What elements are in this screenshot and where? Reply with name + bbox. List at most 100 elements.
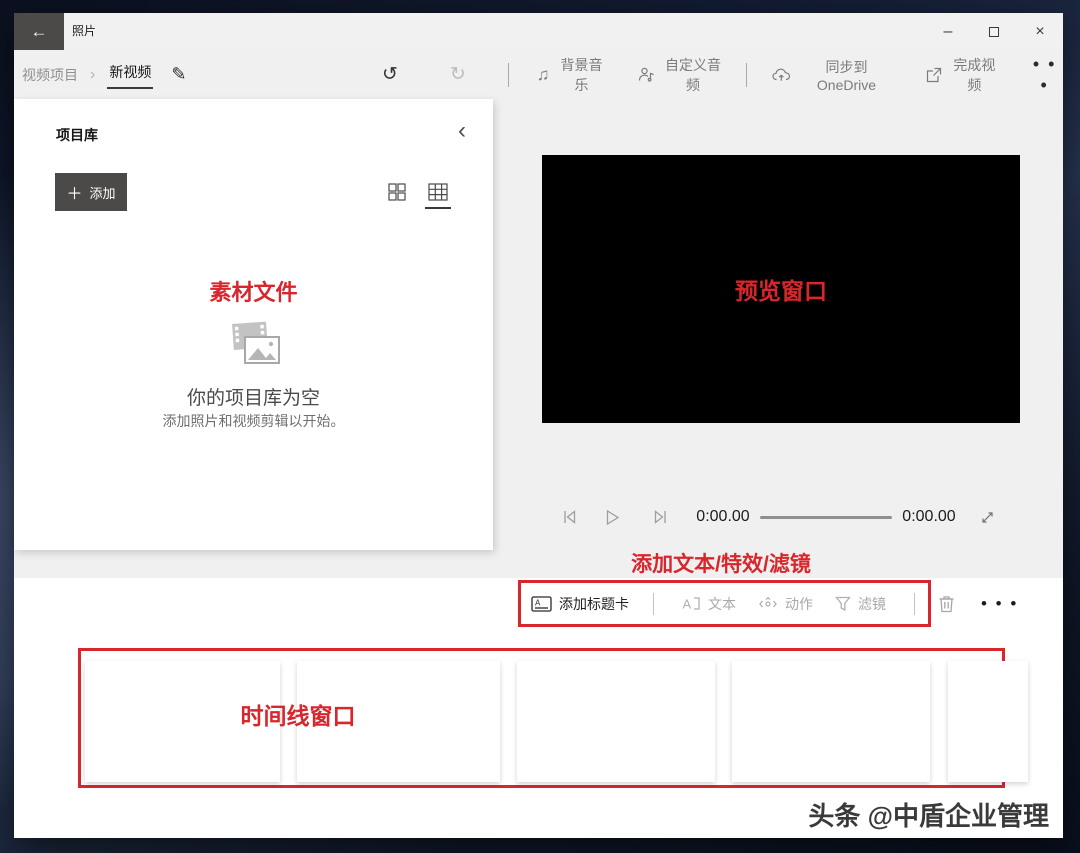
ellipsis-icon: • • • [1032, 53, 1057, 95]
clip-actions: • • • [938, 580, 1018, 627]
play-icon [605, 509, 620, 526]
effects-toolbar-highlight-box: A 添加标题卡 A 文本 动作 滤镜 [518, 580, 931, 627]
ellipsis-icon: • • • [981, 593, 1019, 613]
text-label: 文本 [708, 595, 736, 612]
app-title: 照片 [72, 24, 97, 38]
video-preview: 预览窗口 [542, 155, 1020, 423]
breadcrumb-video-projects[interactable]: 视频项目 [22, 65, 78, 85]
command-bar: 视频项目 › 新视频 ✎ ↺ ↻ ♫ 背景音乐 自定义音频 同步到 OneDri… [14, 50, 1063, 99]
expand-icon [980, 510, 995, 525]
back-button[interactable]: ← [14, 13, 64, 50]
content-area: 项目库 ‹ ＋ 添加 素材文件 你的项目库为空 添加照片和视频剪辑以开始。 预览… [14, 99, 1063, 838]
divider [745, 62, 747, 87]
delete-button[interactable] [938, 594, 955, 613]
minimize-icon: – [943, 22, 953, 40]
seek-bar[interactable] [760, 515, 892, 519]
trash-icon [938, 594, 955, 613]
next-frame-icon [653, 509, 668, 525]
total-time: 0:00.00 [902, 508, 956, 525]
fullscreen-button[interactable] [980, 510, 995, 525]
redo-icon: ↻ [449, 64, 466, 85]
redo-button[interactable]: ↻ [450, 65, 466, 84]
view-toggles [388, 183, 451, 209]
collapse-panel-button[interactable]: ‹ [458, 117, 466, 145]
pencil-icon: ✎ [171, 64, 187, 84]
current-time: 0:00.00 [696, 508, 750, 525]
finish-video-label: 完成视频 [953, 56, 996, 93]
plus-icon: ＋ [66, 186, 83, 203]
music-note-icon: ♫ [536, 64, 550, 84]
sync-onedrive-label: 同步到 OneDrive [816, 58, 877, 93]
rename-project-button[interactable]: ✎ [171, 64, 186, 85]
watermark: 头条 @中盾企业管理 [808, 801, 1049, 831]
timeline-card[interactable] [517, 661, 715, 782]
add-media-button[interactable]: ＋ 添加 [55, 173, 127, 211]
person-audio-icon [638, 66, 655, 83]
svg-text:A: A [683, 596, 692, 611]
text-icon: A [682, 596, 701, 612]
export-icon [925, 67, 942, 83]
text-button[interactable]: A 文本 [682, 594, 737, 614]
sync-onedrive-button[interactable]: 同步到 OneDrive [772, 57, 895, 93]
preview-annotation: 预览窗口 [735, 278, 827, 304]
play-button[interactable] [605, 509, 620, 526]
svg-text:A: A [535, 598, 541, 607]
playback-controls: 0:00.00 0:00.00 [542, 499, 1020, 535]
filter-button[interactable]: 滤镜 [835, 594, 886, 614]
timeline-card[interactable] [948, 661, 1028, 782]
maximize-button[interactable] [971, 13, 1017, 50]
custom-audio-label: 自定义音频 [665, 56, 721, 93]
divider [507, 62, 509, 87]
undo-button[interactable]: ↺ [382, 65, 398, 84]
empty-library-subtitle: 添加照片和视频剪辑以开始。 [162, 413, 345, 429]
background-music-label: 背景音乐 [560, 56, 603, 93]
effects-annotation: 添加文本/特效/滤镜 [631, 553, 811, 576]
close-button[interactable]: × [1017, 13, 1063, 50]
empty-library-icon [14, 319, 493, 369]
library-header: 项目库 [56, 127, 98, 143]
filter-label: 滤镜 [858, 595, 886, 612]
empty-library-title: 你的项目库为空 [186, 388, 320, 409]
timeline-card[interactable] [732, 661, 930, 782]
timeline-annotation: 时间线窗口 [240, 703, 356, 729]
back-arrow-icon: ← [30, 22, 48, 41]
next-frame-button[interactable] [653, 509, 668, 525]
motion-label: 动作 [785, 595, 813, 612]
title-bar: ← 照片 – × [14, 13, 1063, 50]
grid-2x2-icon [388, 183, 406, 201]
divider [653, 592, 654, 615]
previous-frame-icon [562, 509, 577, 525]
motion-button[interactable]: 动作 [758, 594, 813, 614]
breadcrumb: 视频项目 › 新视频 ✎ [22, 50, 186, 99]
undo-icon: ↺ [382, 64, 398, 85]
large-grid-view-button[interactable] [388, 183, 406, 209]
maximize-icon [989, 26, 999, 37]
cloud-upload-icon [772, 67, 791, 82]
add-title-card-button[interactable]: A 添加标题卡 [531, 594, 629, 614]
finish-video-button[interactable]: 完成视频 [925, 55, 1000, 95]
add-media-label: 添加 [89, 185, 116, 201]
add-title-card-label: 添加标题卡 [559, 595, 629, 612]
window-controls: – × [925, 13, 1063, 50]
grid-3x3-icon [428, 183, 448, 201]
command-actions: ↺ ↻ ♫ 背景音乐 自定义音频 同步到 OneDrive 完成视频 • • • [382, 50, 1063, 99]
photos-app-window: ← 照片 – × 视频项目 › 新视频 ✎ ↺ ↻ ♫ 背景音乐 自定义音频 同… [14, 13, 1063, 838]
chevron-right-icon: › [90, 65, 96, 83]
breadcrumb-current-project[interactable]: 新视频 [107, 60, 154, 89]
chevron-left-icon: ‹ [458, 117, 466, 144]
timeline-more-button[interactable]: • • • [981, 594, 1018, 614]
divider [914, 592, 915, 615]
motion-icon [758, 596, 778, 612]
minimize-button[interactable]: – [925, 13, 971, 50]
library-annotation: 素材文件 [209, 280, 298, 305]
custom-audio-button[interactable]: 自定义音频 [638, 55, 726, 95]
title-card-icon: A [531, 595, 552, 612]
desktop-background: { "window": { "title": "照片" }, "icons": … [0, 0, 1080, 853]
see-more-button[interactable]: • • • [1026, 54, 1063, 96]
small-grid-view-button[interactable] [425, 183, 451, 209]
filter-icon [835, 596, 851, 612]
background-music-button[interactable]: ♫ 背景音乐 [537, 55, 608, 95]
previous-frame-button[interactable] [562, 509, 577, 525]
project-library-panel: 项目库 ‹ ＋ 添加 素材文件 你的项目库为空 添加照片和视频剪辑以开始。 [14, 99, 493, 550]
close-icon: × [1035, 22, 1045, 40]
